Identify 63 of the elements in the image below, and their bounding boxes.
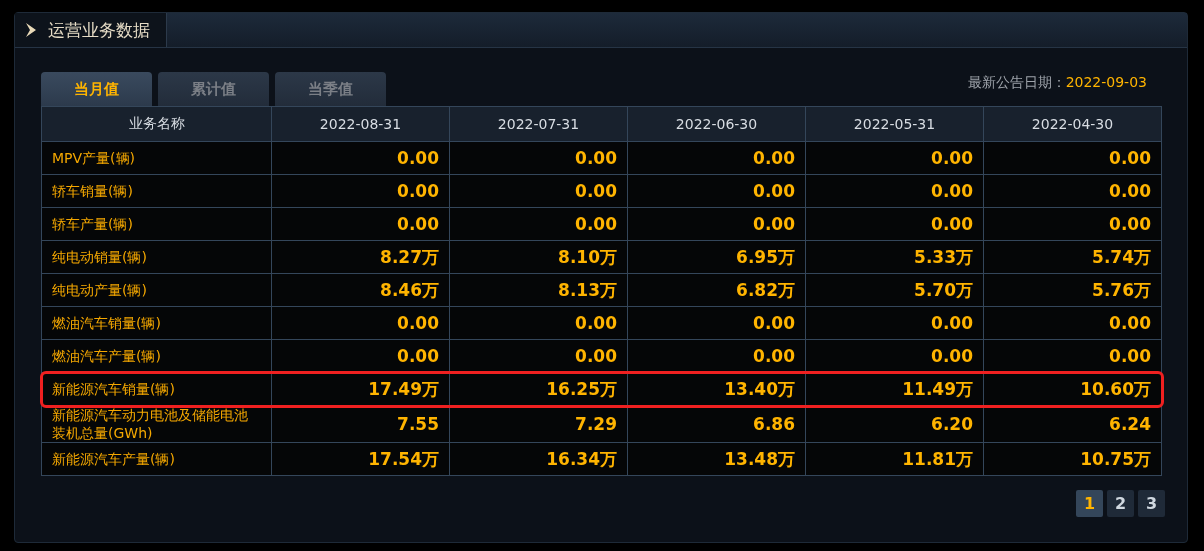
table-cell: 6.95万 xyxy=(627,240,806,274)
table-cell: 0.00 xyxy=(983,141,1162,175)
announcement-date: 最新公告日期：2022-09-03 xyxy=(967,74,1147,92)
table-cell: 纯电动销量(辆) xyxy=(41,240,272,274)
table-cell: MPV产量(辆) xyxy=(41,141,272,175)
column-header: 业务名称 xyxy=(41,106,272,142)
table-cell: 8.13万 xyxy=(449,273,628,307)
table-cell: 6.82万 xyxy=(627,273,806,307)
table-cell: 0.00 xyxy=(983,207,1162,241)
table-cell: 0.00 xyxy=(271,306,450,340)
table-cell: 5.74万 xyxy=(983,240,1162,274)
table-cell: 16.25万 xyxy=(449,372,628,406)
table-cell: 燃油汽车销量(辆) xyxy=(41,306,272,340)
table-cell: 8.46万 xyxy=(271,273,450,307)
page-button[interactable]: 2 xyxy=(1107,490,1134,518)
table-cell: 0.00 xyxy=(805,306,984,340)
table-cell: 5.76万 xyxy=(983,273,1162,307)
table-cell: 轿车产量(辆) xyxy=(41,207,272,241)
table-cell: 0.00 xyxy=(271,141,450,175)
table-cell: 0.00 xyxy=(983,306,1162,340)
table-cell: 新能源汽车产量(辆) xyxy=(41,442,272,476)
table-cell: 0.00 xyxy=(805,174,984,208)
chevron-icon xyxy=(25,23,36,37)
table-cell: 13.48万 xyxy=(627,442,806,476)
table-cell: 5.70万 xyxy=(805,273,984,307)
page-button[interactable]: 1 xyxy=(1076,490,1103,518)
table-cell: 11.49万 xyxy=(805,372,984,406)
column-header: 2022-05-31 xyxy=(805,106,984,142)
table-cell: 0.00 xyxy=(983,174,1162,208)
table-cell: 0.00 xyxy=(271,207,450,241)
panel-title: 运营业务数据 xyxy=(48,18,150,42)
table-cell: 10.75万 xyxy=(983,442,1162,476)
table-cell: 0.00 xyxy=(449,207,628,241)
table-cell: 8.10万 xyxy=(449,240,628,274)
table-cell: 0.00 xyxy=(449,306,628,340)
tab[interactable]: 当季值 xyxy=(275,72,386,106)
tab[interactable]: 累计值 xyxy=(158,72,269,106)
table-cell: 11.81万 xyxy=(805,442,984,476)
table-cell: 0.00 xyxy=(449,174,628,208)
table-cell: 17.54万 xyxy=(271,442,450,476)
table-cell: 0.00 xyxy=(627,207,806,241)
table-cell: 16.34万 xyxy=(449,442,628,476)
table-cell: 8.27万 xyxy=(271,240,450,274)
table-cell: 10.60万 xyxy=(983,372,1162,406)
column-header: 2022-07-31 xyxy=(449,106,628,142)
column-header: 2022-08-31 xyxy=(271,106,450,142)
column-header: 2022-04-30 xyxy=(983,106,1162,142)
table-cell: 纯电动产量(辆) xyxy=(41,273,272,307)
table-cell: 轿车销量(辆) xyxy=(41,174,272,208)
table-cell: 5.33万 xyxy=(805,240,984,274)
table-cell: 13.40万 xyxy=(627,372,806,406)
page-button[interactable]: 3 xyxy=(1138,490,1165,518)
table-cell: 0.00 xyxy=(271,174,450,208)
table-cell: 新能源汽车销量(辆) xyxy=(41,372,272,406)
table-cell: 0.00 xyxy=(627,174,806,208)
table-cell: 0.00 xyxy=(627,306,806,340)
column-header: 2022-06-30 xyxy=(627,106,806,142)
table-cell: 0.00 xyxy=(449,141,628,175)
table-cell: 0.00 xyxy=(805,207,984,241)
table-cell: 0.00 xyxy=(805,141,984,175)
table-cell: 17.49万 xyxy=(271,372,450,406)
table-cell: 0.00 xyxy=(627,141,806,175)
tab[interactable]: 当月值 xyxy=(41,72,152,106)
